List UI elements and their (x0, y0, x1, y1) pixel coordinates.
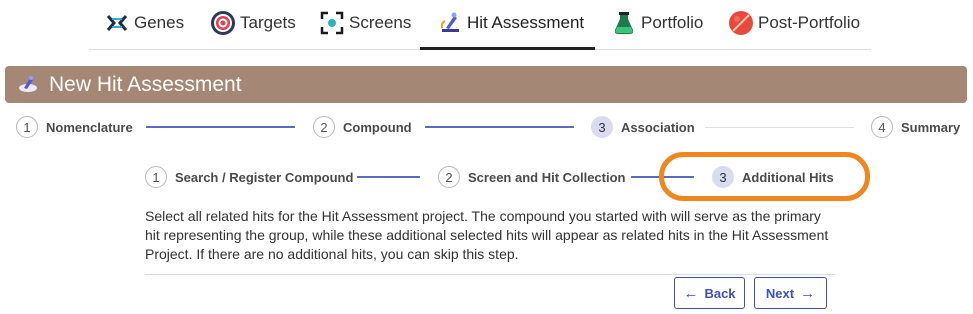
step-label: Search / Register Compound (175, 169, 354, 185)
substep-search-register-compound[interactable]: 1 Search / Register Compound (145, 166, 353, 188)
nav-label-hit-assessment: Hit Assessment (467, 13, 585, 32)
step-number: 2 (313, 116, 335, 138)
page-header: New Hit Assessment (5, 66, 967, 103)
next-button-label: Next (765, 285, 795, 301)
main-step-compound[interactable]: 2 Compound (313, 116, 412, 138)
step-label: Summary (901, 119, 961, 135)
step-connector (146, 126, 295, 128)
microscope-icon (19, 75, 37, 92)
main-step-nomenclature[interactable]: 1 Nomenclature (16, 116, 133, 138)
nav-item-hit-assessment[interactable]: Hit Assessment (437, 8, 584, 38)
nav-label-portfolio: Portfolio (641, 13, 704, 32)
dna-icon (106, 15, 128, 31)
step-number: 3 (591, 116, 613, 138)
step-label: Compound (343, 119, 412, 135)
step-number: 2 (438, 166, 460, 188)
flask-icon (614, 12, 634, 34)
page-title: New Hit Assessment (49, 72, 242, 96)
nav-active-indicator (420, 47, 595, 50)
back-button-label: Back (704, 285, 736, 301)
nav-label-targets: Targets (240, 13, 296, 32)
screen-focus-icon (320, 11, 344, 35)
step-number: 1 (145, 166, 167, 188)
substep-screen-hit-collection[interactable]: 2 Screen and Hit Collection (438, 166, 625, 188)
step-connector (705, 127, 854, 128)
main-step-association[interactable]: 3 Association (591, 116, 695, 138)
nav-label-screens: Screens (349, 13, 412, 32)
nav-label-post-portfolio: Post-Portfolio (758, 13, 861, 32)
main-step-summary[interactable]: 4 Summary (871, 116, 960, 138)
nav-item-screens[interactable]: Screens (319, 8, 411, 38)
step-number: 4 (871, 116, 893, 138)
nav-item-genes[interactable]: Genes (104, 8, 184, 38)
nav-item-post-portfolio[interactable]: Post-Portfolio (728, 8, 860, 38)
step-connector (425, 126, 574, 128)
step-label: Association (621, 119, 695, 135)
next-button[interactable]: Next → (754, 277, 827, 309)
current-step-highlight (659, 152, 870, 201)
divider (145, 274, 835, 275)
back-button[interactable]: ← Back (674, 277, 745, 309)
nav-item-targets[interactable]: Targets (210, 8, 296, 38)
step-number: 1 (16, 116, 38, 138)
substep-connector (357, 176, 420, 178)
step-description: Select all related hits for the Hit Asse… (145, 208, 829, 262)
arrow-left-icon: ← (683, 284, 699, 302)
microscope-icon (440, 12, 459, 32)
pill-icon (729, 11, 753, 35)
nav-label-genes: Genes (134, 13, 185, 32)
target-icon (211, 11, 235, 35)
step-label: Screen and Hit Collection (468, 169, 626, 185)
arrow-right-icon: → (800, 284, 816, 302)
nav-item-portfolio[interactable]: Portfolio (611, 8, 703, 38)
step-label: Nomenclature (46, 119, 133, 135)
